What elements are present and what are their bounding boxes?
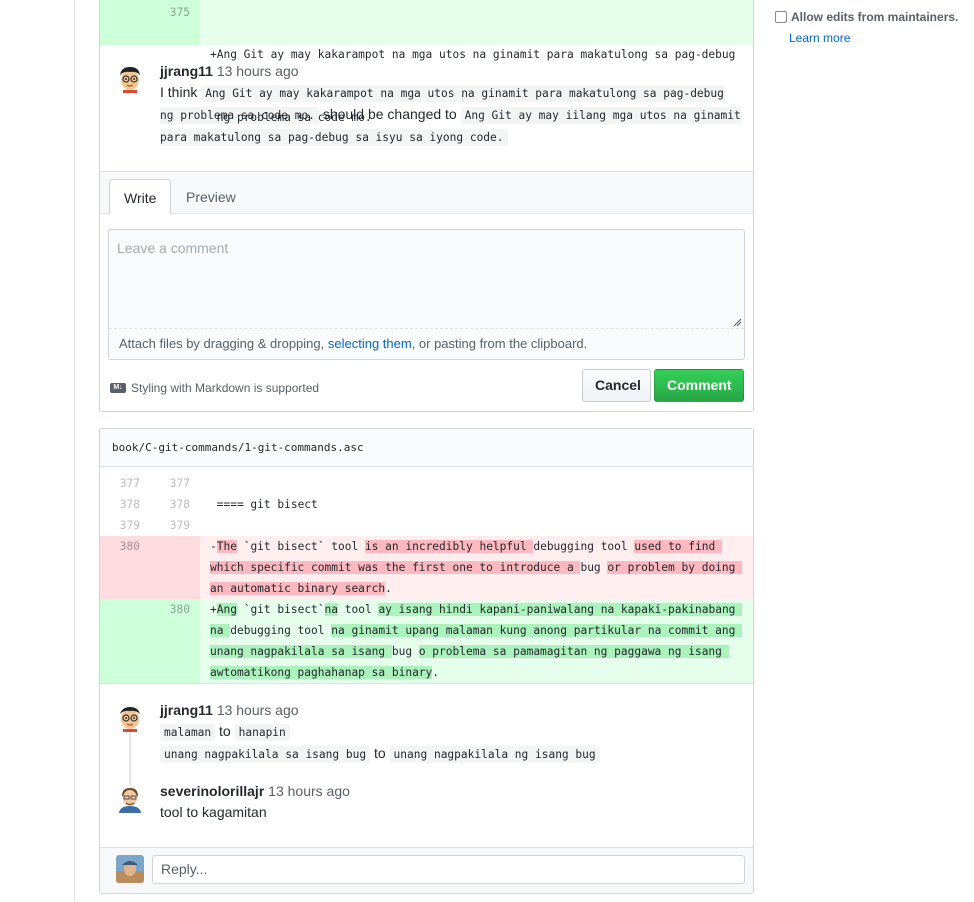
diff-added-line: 380 +Ang `git bisect`na tool ay isang hi… — [100, 599, 753, 683]
pr-sidebar: Allow edits from maintainers. Learn more — [774, 10, 974, 45]
diff-text: tool — [338, 603, 379, 616]
comment-author[interactable]: severinolorillajr — [160, 783, 264, 799]
learn-more-link[interactable]: Learn more — [789, 31, 974, 45]
comment-thread: jjrang11 13 hours ago malaman to hanapin… — [100, 683, 753, 854]
diff-context-line: 378 378 ==== git bisect — [100, 494, 753, 515]
new-line-number[interactable]: 379 — [150, 515, 200, 536]
avatar[interactable] — [116, 855, 144, 883]
diff-context-line: 379 379 — [100, 515, 753, 536]
diff-added-line: 375 +Ang Git ay may kakarampot na mga ut… — [100, 0, 753, 124]
allow-edits-label: Allow edits from maintainers. — [791, 10, 959, 24]
avatar-photo-icon — [116, 855, 144, 883]
comment-textarea[interactable]: Leave a comment — [109, 230, 744, 329]
old-line-number[interactable]: 379 — [100, 515, 150, 536]
new-line-number[interactable]: 377 — [150, 473, 200, 494]
old-line-number[interactable]: 377 — [100, 473, 150, 494]
avatar-person-icon — [116, 785, 144, 813]
review-comment: severinolorillajr 13 hours ago tool to k… — [100, 765, 753, 823]
tab-preview[interactable]: Preview — [172, 179, 250, 215]
inline-code: unang nagpakilala sa isang bug — [160, 746, 371, 763]
diff-code: -The `git bisect` tool is an incredibly … — [200, 536, 753, 599]
comment-timestamp[interactable]: 13 hours ago — [268, 783, 350, 799]
review-comment: jjrang11 13 hours ago I think Ang Git ay… — [100, 63, 753, 148]
avatar-cartoon-icon — [116, 65, 144, 93]
old-line-number — [100, 599, 150, 683]
resize-handle-icon[interactable] — [733, 318, 742, 327]
inline-code: unang nagpakilala ng isang bug — [389, 746, 600, 763]
comment-body: malaman to hanapin unang nagpakilala sa … — [160, 721, 741, 765]
diff-code: +Ang `git bisect`na tool ay isang hindi … — [200, 599, 753, 683]
comment-timestamp[interactable]: 13 hours ago — [217, 702, 299, 718]
avatar-cartoon-icon — [116, 704, 144, 732]
avatar[interactable] — [116, 704, 144, 732]
cancel-button[interactable]: Cancel — [582, 369, 651, 402]
diff-code — [200, 473, 753, 494]
diff-highlight: The — [216, 540, 237, 553]
timeline-rule — [74, 0, 75, 902]
allow-edits-checkbox[interactable] — [775, 11, 787, 23]
review-comment: jjrang11 13 hours ago malaman to hanapin… — [100, 684, 753, 765]
comment-author[interactable]: jjrang11 — [160, 702, 213, 718]
diff-code: ==== git bisect — [210, 498, 318, 511]
diff-text: + — [210, 603, 217, 616]
select-files-link[interactable]: selecting them — [328, 336, 412, 351]
diff-code — [200, 515, 753, 536]
diff-highlight: is an incredibly helpful — [364, 540, 534, 553]
new-line-number[interactable]: 380 — [150, 599, 200, 683]
diff-text: . — [432, 666, 440, 679]
avatar[interactable] — [116, 65, 144, 93]
allow-edits-row[interactable]: Allow edits from maintainers. — [774, 10, 974, 24]
comment-editor: Leave a comment Attach files by dragging… — [108, 229, 745, 360]
attach-text: , or pasting from the clipboard. — [411, 336, 588, 351]
diff-text: `git bisect` — [236, 603, 325, 616]
old-line-number[interactable]: 378 — [100, 494, 150, 515]
review-thread-2: book/C-git-commands/1-git-commands.asc 3… — [99, 428, 754, 894]
attach-files-hint: Attach files by dragging & dropping, sel… — [119, 336, 587, 351]
reply-bar: Reply... — [100, 847, 753, 893]
diff-text: bug — [391, 645, 419, 658]
diff-code: +Ang Git ay may kakarampot na mga utos n… — [210, 48, 736, 61]
reply-input[interactable]: Reply... — [152, 855, 745, 884]
diff-text: `git bisect` tool — [236, 540, 365, 553]
markdown-icon: M↓ — [110, 383, 126, 393]
diff-text: debugging tool — [230, 624, 332, 637]
avatar[interactable] — [116, 785, 144, 813]
diff-text: debugging tool — [533, 540, 635, 553]
diff-text: bug — [580, 561, 608, 574]
inline-code: hanapin — [234, 724, 290, 741]
markdown-note[interactable]: M↓ Styling with Markdown is supported — [110, 381, 319, 395]
old-line-number[interactable]: 380 — [100, 536, 150, 599]
inline-code: malaman — [160, 724, 216, 741]
diff-highlight: Ang — [216, 603, 237, 616]
comment-timestamp[interactable]: 13 hours ago — [217, 63, 299, 79]
tab-write[interactable]: Write — [109, 179, 172, 215]
diff-highlight: na — [324, 603, 339, 616]
review-thread-1: 375 +Ang Git ay may kakarampot na mga ut… — [99, 0, 754, 412]
comment-author[interactable]: jjrang11 — [160, 63, 213, 79]
file-path[interactable]: book/C-git-commands/1-git-commands.asc — [100, 429, 753, 467]
comment-text: to — [219, 723, 231, 739]
comment-body: I think Ang Git ay may kakarampot na mga… — [160, 82, 741, 148]
comment-tabs: Write Preview — [100, 171, 753, 215]
comment-text: I think — [160, 84, 198, 100]
diff-text: . — [385, 582, 392, 595]
new-line-number[interactable]: 378 — [150, 494, 200, 515]
comment-button[interactable]: Comment — [654, 369, 744, 402]
new-line-number — [150, 536, 200, 599]
comment-body: tool to kagamitan — [160, 804, 267, 820]
diff-text: - — [210, 540, 217, 553]
markdown-note-text: Styling with Markdown is supported — [131, 381, 320, 395]
diff-deleted-line: 380 -The `git bisect` tool is an incredi… — [100, 536, 753, 599]
comment-text: should be changed to — [322, 106, 457, 122]
comment-text: to — [373, 745, 386, 761]
attach-text: Attach files by dragging & dropping, — [119, 336, 328, 351]
diff-context-line: 377 377 — [100, 473, 753, 494]
line-number: 375 — [100, 0, 200, 45]
